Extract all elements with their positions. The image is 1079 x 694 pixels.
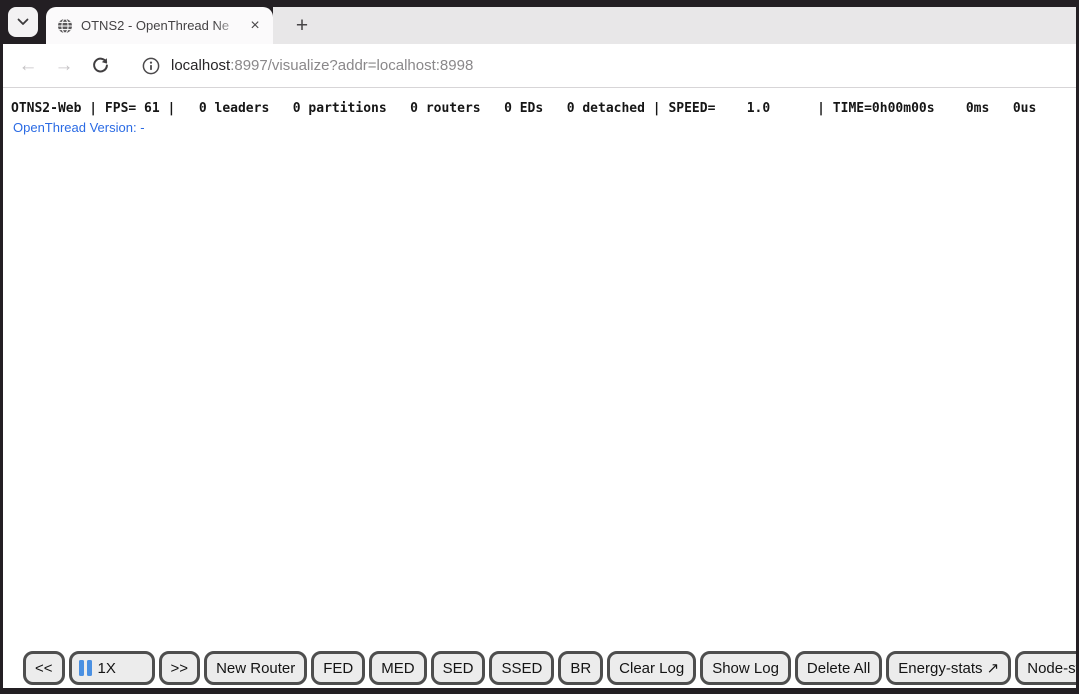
add-br-button-label: BR [570,660,591,677]
speed-button[interactable]: 1X [69,651,155,685]
url-path: :8997/visualize?addr=localhost:8998 [230,57,473,74]
openthread-version-link[interactable]: OpenThread Version: - [13,120,145,135]
site-info-button[interactable] [140,55,162,77]
show-log-button[interactable]: Show Log [700,651,791,685]
close-tab-button[interactable]: × [245,16,265,36]
pause-bar [79,660,84,676]
add-med-button[interactable]: MED [369,651,426,685]
new-tab-button[interactable]: + [288,12,316,40]
simulation-status-line: OTNS2-Web | FPS= 61 | 0 leaders 0 partit… [11,101,1036,116]
rewind-button[interactable]: << [23,651,65,685]
forward-arrow-icon: → [55,56,74,75]
browser-tab[interactable]: OTNS2 - OpenThread Ne × [46,7,273,44]
globe-favicon-icon [57,18,73,34]
speed-button-label: 1X [98,660,116,677]
reload-button[interactable] [88,54,112,78]
add-ssed-button[interactable]: SSED [489,651,554,685]
control-button-row: << 1X >> New Router FED MED SED SSED BR Clear Log… [23,651,1076,685]
add-br-button[interactable]: BR [558,651,603,685]
add-fed-button-label: FED [323,660,353,677]
new-router-button-label: New Router [216,660,295,677]
tab-title: OTNS2 - OpenThread Ne [81,18,229,33]
pause-bar [87,660,92,676]
forward-button[interactable]: → [52,54,76,78]
address-bar: ← → localhost:8997/visualize?addr=localh… [3,44,1076,88]
back-arrow-icon: ← [19,56,38,75]
back-button[interactable]: ← [16,54,40,78]
fast-forward-button-label: >> [171,660,189,677]
tab-title-wrap: OTNS2 - OpenThread Ne [81,17,241,35]
fast-forward-button[interactable]: >> [159,651,201,685]
plus-icon: + [296,14,308,38]
energy-stats-button[interactable]: Energy-stats ↗ [886,651,1011,685]
tab-strip-rest: + [273,7,1076,44]
node-stats-button-label: Node-stats ↗ [1027,659,1076,677]
node-stats-button[interactable]: Node-stats ↗ [1015,651,1076,685]
add-fed-button[interactable]: FED [311,651,365,685]
pause-icon [79,660,92,676]
info-icon [141,56,161,76]
page-content: OTNS2-Web | FPS= 61 | 0 leaders 0 partit… [3,88,1076,688]
tab-search-button[interactable] [8,7,38,37]
delete-all-button[interactable]: Delete All [795,651,882,685]
add-sed-button[interactable]: SED [431,651,486,685]
tab-strip: OTNS2 - OpenThread Ne × + [3,0,1076,44]
new-router-button[interactable]: New Router [204,651,307,685]
browser-window: OTNS2 - OpenThread Ne × + ← → [3,0,1076,688]
add-sed-button-label: SED [443,660,474,677]
rewind-button-label: << [35,660,53,677]
reload-icon [91,56,110,75]
close-icon: × [250,17,259,35]
show-log-button-label: Show Log [712,660,779,677]
chevron-down-icon [17,18,29,26]
clear-log-button[interactable]: Clear Log [607,651,696,685]
omnibox[interactable]: localhost:8997/visualize?addr=localhost:… [134,49,485,83]
url-host: localhost [171,57,230,74]
add-ssed-button-label: SSED [501,660,542,677]
tab-title-fade [215,17,241,35]
delete-all-button-label: Delete All [807,660,870,677]
clear-log-button-label: Clear Log [619,660,684,677]
url-text: localhost:8997/visualize?addr=localhost:… [171,57,473,74]
energy-stats-button-label: Energy-stats ↗ [898,659,999,677]
add-med-button-label: MED [381,660,414,677]
